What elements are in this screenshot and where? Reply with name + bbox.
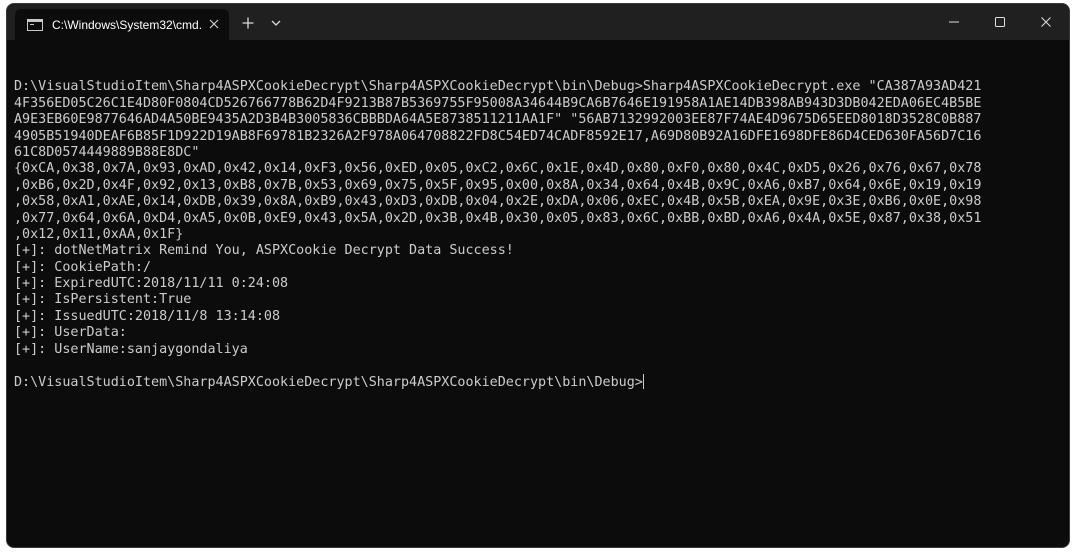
console-line: ,0xB6,0x2D,0x4F,0x92,0x13,0xB8,0x7B,0x53… [14,177,982,193]
console-line: 4905B51940DEAF6B85F1D922D19AB8F69781B232… [14,128,982,144]
console-line: {0xCA,0x38,0x7A,0x93,0xAD,0x42,0x14,0xF3… [14,161,982,177]
terminal-icon [27,18,43,31]
close-icon [209,19,219,29]
maximize-button[interactable] [977,4,1023,40]
console-output[interactable]: D:\VisualStudioItem\Sharp4ASPXCookieDecr… [14,63,1064,391]
title-bar: C:\Windows\System32\cmd.ex [7,4,1069,40]
maximize-icon [995,17,1005,27]
console-line: ,0x77,0x64,0x6A,0xD4,0xA5,0x0B,0xE9,0x43… [14,210,982,226]
console-line: [+]: UserName:sanjaygondaliya [14,341,248,357]
tab-close-button[interactable] [205,15,223,33]
new-tab-button[interactable] [237,12,259,34]
terminal-window: C:\Windows\System32\cmd.ex D:\VisualStud… [6,3,1070,548]
minimize-icon [949,21,959,23]
chevron-down-icon [271,20,281,26]
console-line: [+]: IsPersistent:True [14,292,192,308]
console-line: ,0x12,0x11,0xAA,0x1F} [14,226,184,242]
plus-icon [242,17,254,29]
profile-dropdown-button[interactable] [265,12,287,34]
minimize-button[interactable] [931,4,977,40]
text-cursor [642,374,644,390]
close-icon [1041,17,1051,27]
console-line: [+]: ExpiredUTC:2018/11/11 0:24:08 [14,276,289,292]
console-line: [+]: UserData: [14,325,127,341]
console-line: [+]: IssuedUTC:2018/11/8 13:14:08 [14,308,281,324]
console-line: 4F356ED05C26C1E4D80F0804CD526766778B62D4… [14,95,982,111]
console-line: D:\VisualStudioItem\Sharp4ASPXCookieDecr… [14,79,982,95]
console-line: 61C8D0574449889B88E8DC" [14,144,200,160]
console-line: D:\VisualStudioItem\Sharp4ASPXCookieDecr… [14,374,644,391]
tab-cmd[interactable]: C:\Windows\System32\cmd.ex [15,9,229,40]
console-line: ,0x58,0xA1,0xAE,0x14,0xDB,0x39,0x8A,0xB9… [14,194,982,210]
console-line: [+]: CookiePath:/ [14,259,152,275]
console-line: [+]: dotNetMatrix Remind You, ASPXCookie… [14,243,514,259]
close-window-button[interactable] [1023,4,1069,40]
console-line: A9E3EB60E9877646AD4A50BE9435A2D3B4B30058… [14,112,982,128]
tab-title: C:\Windows\System32\cmd.ex [52,17,202,32]
